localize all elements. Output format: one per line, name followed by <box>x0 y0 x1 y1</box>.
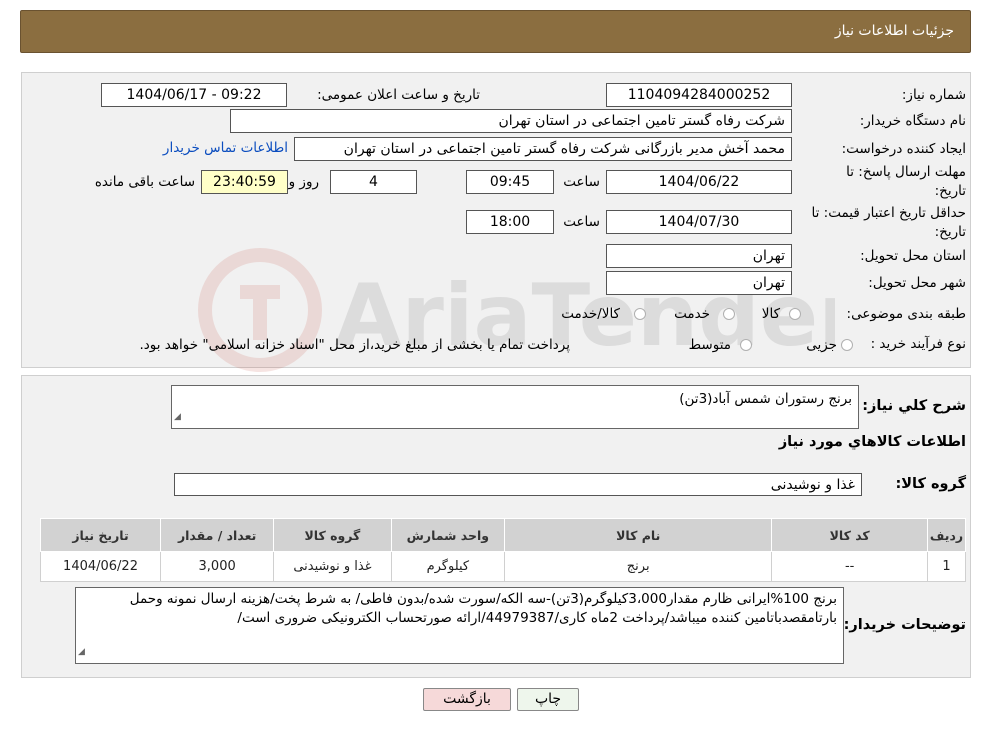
summary-label: شرح کلي نياز: <box>862 398 966 414</box>
print-button[interactable]: چاپ <box>517 688 579 711</box>
category-radio-service[interactable] <box>723 308 735 320</box>
validity-label: حداقل تاریخ اعتبار قیمت: تا تاریخ: <box>811 205 966 240</box>
creator-field: محمد آخش مدیر بازرگانی شرکت رفاه گستر تا… <box>294 137 792 161</box>
cell-group: غذا و نوشیدنی <box>273 551 392 582</box>
category-radio-goods-service[interactable] <box>634 308 646 320</box>
validity-date-field: 1404/07/30 <box>606 210 792 234</box>
notes-textarea[interactable]: برنج 100%ایرانی ظارم مقدار3،000کیلوگرم(3… <box>75 587 844 664</box>
back-button[interactable]: بازگشت <box>423 688 511 711</box>
notes-label: توضیحات خریدار: <box>843 617 966 633</box>
cell-code: -- <box>771 551 929 582</box>
col-header-row: رديف <box>927 518 966 552</box>
page-title: جزئیات اطلاعات نیاز <box>834 23 954 39</box>
goods-group-field: غذا و نوشیدنی <box>174 473 862 496</box>
remaining-time-field: 23:40:59 <box>201 170 288 194</box>
col-header-group: گروه کالا <box>273 518 392 552</box>
announce-datetime-field: 1404/06/17 - 09:22 <box>101 83 287 107</box>
summary-text: برنج رستوران شمس آباد(3تن) <box>679 391 852 407</box>
goods-info-title: اطلاعات کالاهاي مورد نياز <box>778 434 966 450</box>
process-radio-minor[interactable] <box>841 339 853 351</box>
cell-qty: 3,000 <box>160 551 275 582</box>
announce-label: تاریخ و ساعت اعلان عمومی: <box>317 87 480 103</box>
col-header-unit: واحد شمارش <box>390 518 506 552</box>
resize-grip-icon[interactable]: ◢ <box>78 643 85 662</box>
col-header-date: تاریخ نیاز <box>39 518 162 552</box>
buyer-contact-link[interactable]: اطلاعات تماس خریدار <box>163 140 288 156</box>
need-number-field: 1104094284000252 <box>606 83 792 107</box>
remaining-time-label: ساعت باقی مانده <box>94 174 195 190</box>
buyer-org-label: نام دستگاه خریدار: <box>859 113 966 129</box>
category-radio-goods[interactable] <box>789 308 801 320</box>
table-row: 1 -- برنج کیلوگرم غذا و نوشیدنی 3,000 14… <box>39 551 966 582</box>
deadline-date-field: 1404/06/22 <box>606 170 792 194</box>
col-header-qty: تعداد / مقدار <box>160 518 275 552</box>
validity-time-field: 18:00 <box>466 210 554 234</box>
category-label: طبقه بندی موضوعی: <box>846 306 966 322</box>
cell-name: برنج <box>504 551 773 582</box>
deadline-time-label: ساعت <box>563 174 600 190</box>
col-header-code: کد کالا <box>771 518 929 552</box>
process-option-medium: متوسط <box>688 337 731 353</box>
province-field: تهران <box>606 244 792 268</box>
process-radio-medium[interactable] <box>740 339 752 351</box>
deadline-time-field: 09:45 <box>466 170 554 194</box>
category-option-goods-service: کالا/خدمت <box>561 306 620 322</box>
notes-text: برنج 100%ایرانی ظارم مقدار3،000کیلوگرم(3… <box>129 591 837 626</box>
goods-table: رديف کد کالا نام کالا واحد شمارش گروه کا… <box>39 518 966 582</box>
col-header-name: نام کالا <box>504 518 773 552</box>
table-header-row: رديف کد کالا نام کالا واحد شمارش گروه کا… <box>39 518 966 552</box>
city-field: تهران <box>606 271 792 295</box>
summary-textarea[interactable]: برنج رستوران شمس آباد(3تن) ◢ <box>171 385 859 429</box>
process-note: پرداخت تمام یا بخشی از مبلغ خرید،از محل … <box>139 337 570 353</box>
category-option-service: خدمت <box>674 306 710 322</box>
province-label: استان محل تحویل: <box>860 248 966 264</box>
need-number-label: شماره نیاز: <box>901 87 966 103</box>
process-label: نوع فرآیند خرید : <box>870 336 966 352</box>
buyer-org-field: شرکت رفاه گستر تامین اجتماعی در استان ته… <box>230 109 792 133</box>
resize-grip-icon[interactable]: ◢ <box>174 408 181 427</box>
category-option-goods: کالا <box>761 306 780 322</box>
process-option-minor: جزیی <box>806 337 837 353</box>
days-label: روز و <box>288 174 319 190</box>
cell-date: 1404/06/22 <box>39 551 162 582</box>
cell-row-number: 1 <box>927 551 966 582</box>
city-label: شهر محل تحویل: <box>868 275 966 291</box>
creator-label: ایجاد کننده درخواست: <box>841 141 966 157</box>
goods-group-label: گروه کالا: <box>895 476 966 492</box>
page-header: جزئیات اطلاعات نیاز <box>20 10 971 53</box>
days-remaining-field: 4 <box>330 170 417 194</box>
deadline-label: مهلت ارسال پاسخ: تا تاریخ: <box>846 164 966 199</box>
cell-unit: کیلوگرم <box>390 551 506 582</box>
validity-time-label: ساعت <box>563 214 600 230</box>
